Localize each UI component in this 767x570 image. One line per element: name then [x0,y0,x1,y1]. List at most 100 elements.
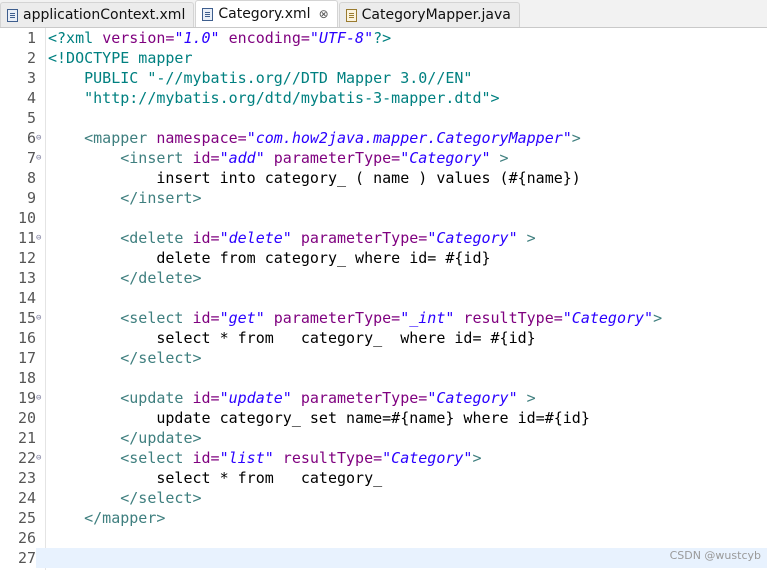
code-token: <!DOCTYPE mapper [48,49,193,67]
line-number: 3 [26,69,36,87]
code-line[interactable]: 1 <?xml version="1.0" encoding="UTF-8"?> [0,28,767,48]
code-text: </mapper> [48,508,165,528]
code-line[interactable]: 10 [0,208,767,228]
code-line[interactable]: 16 select * from category_ where id= #{i… [0,328,767,348]
code-line[interactable]: 7 ⊖ <insert id="add" parameterType="Categ… [0,148,767,168]
code-line[interactable]: 11 ⊖ <delete id="delete" parameterType="C… [0,228,767,248]
fold-toggle-icon[interactable]: ⊖ [36,148,41,168]
code-text: <insert id="add" parameterType="Category… [48,148,508,168]
code-token: "UTF-8" [309,29,374,47]
code-token: parameterType= [264,149,401,167]
code-text: "http://mybatis.org/dtd/mybatis-3-mapper… [48,88,500,108]
code-token: namespace= [156,129,247,147]
code-line[interactable]: 17 </select> [0,348,767,368]
line-number: 22 [17,449,36,467]
code-line[interactable]: 5 [0,108,767,128]
code-line[interactable]: 8 insert into category_ ( name ) values … [0,168,767,188]
line-number: 1 [26,29,36,47]
line-number: 10 [17,209,36,227]
code-line[interactable]: 9 </insert> [0,188,767,208]
code-text: select * from category_ where id= #{id} [48,328,536,348]
code-line[interactable]: 25 </mapper> [0,508,767,528]
code-token: </select> [48,349,202,367]
code-line[interactable]: 22 ⊖ <select id="list" resultType="Catego… [0,448,767,468]
line-number: 11 [17,229,36,247]
code-token: "Category" [562,309,654,327]
code-editor[interactable]: 1 <?xml version="1.0" encoding="UTF-8"?> 2… [0,28,767,570]
code-token: "com.how2java.mapper.CategoryMapper" [246,129,572,147]
code-token: id= [192,389,220,407]
code-text: <update id="update" parameterType="Categ… [48,388,535,408]
code-line[interactable]: 14 [0,288,767,308]
code-text: </update> [48,428,202,448]
code-token: "_int" [400,309,455,327]
code-line[interactable]: 23 select * from category_ [0,468,767,488]
fold-toggle-icon[interactable]: ⊖ [36,388,41,408]
code-token: "update" [219,389,292,407]
code-token: > [517,229,536,247]
line-number: 6 [26,129,36,147]
code-token: parameterType= [291,229,428,247]
code-text: update category_ set name=#{name} where … [48,408,590,428]
code-token: PUBLIC [48,69,148,87]
code-line[interactable]: 20 update category_ set name=#{name} whe… [0,408,767,428]
line-number: 25 [17,509,36,527]
code-token: "1.0" [174,29,220,47]
tab-label: CategoryMapper.java [361,7,511,23]
tab-category-mapper-java[interactable]: CategoryMapper.java [338,2,520,27]
code-line[interactable]: 3 PUBLIC "-//mybatis.org//DTD Mapper 3.0… [0,68,767,88]
code-line-current[interactable]: 27 [0,548,767,568]
line-number: 20 [17,409,36,427]
tab-label: applicationContext.xml [23,7,186,23]
code-token: encoding= [219,29,310,47]
code-token: "http://mybatis.org/dtd/mybatis-3-mapper… [48,89,500,107]
code-token: id= [192,149,220,167]
code-text: <?xml version="1.0" encoding="UTF-8"?> [48,28,391,48]
code-line[interactable]: 2 <!DOCTYPE mapper [0,48,767,68]
line-number: 5 [26,109,36,127]
code-token: delete from category_ where id= #{id} [48,249,491,267]
code-token: "add" [219,149,265,167]
code-line[interactable]: 26 [0,528,767,548]
code-token: > [653,309,663,327]
line-number: 21 [17,429,36,447]
tab-category-xml[interactable]: Category.xml ⊗ [195,0,338,27]
code-line[interactable]: 18 [0,368,767,388]
close-tab-icon[interactable]: ⊗ [319,7,329,21]
code-token: </update> [48,429,202,447]
code-token: version= [102,29,175,47]
code-text: <select id="get" parameterType="_int" re… [48,308,662,328]
code-line[interactable]: 12 delete from category_ where id= #{id} [0,248,767,268]
fold-toggle-icon[interactable]: ⊖ [36,448,41,468]
code-token: insert into category_ ( name ) values (#… [48,169,581,187]
line-number: 24 [17,489,36,507]
code-token: </insert> [48,189,202,207]
code-token: > [472,449,482,467]
code-token: <select [48,449,193,467]
tab-application-context[interactable]: applicationContext.xml [0,2,195,27]
fold-toggle-icon[interactable]: ⊖ [36,228,41,248]
code-token: </select> [48,489,202,507]
code-token: "Category" [427,389,518,407]
code-line[interactable]: 6 ⊖ <mapper namespace="com.how2java.mappe… [0,128,767,148]
code-text: insert into category_ ( name ) values (#… [48,168,581,188]
code-text: </delete> [48,268,202,288]
code-line[interactable]: 4 "http://mybatis.org/dtd/mybatis-3-mapp… [0,88,767,108]
fold-toggle-icon[interactable]: ⊖ [36,128,41,148]
line-number: 18 [17,369,36,387]
line-number: 2 [26,49,36,67]
code-line[interactable]: 13 </delete> [0,268,767,288]
code-token: </delete> [48,269,202,287]
code-line[interactable]: 21 </update> [0,428,767,448]
code-token: <delete [48,229,193,247]
code-text: </select> [48,348,202,368]
code-token: select * from category_ where id= #{id} [48,329,536,347]
code-line[interactable]: 15 ⊖ <select id="get" parameterType="_int… [0,308,767,328]
code-token: resultType= [273,449,383,467]
code-line[interactable]: 24 </select> [0,488,767,508]
code-line[interactable]: 19 ⊖ <update id="update" parameterType="C… [0,388,767,408]
code-token: id= [192,309,220,327]
line-number: 12 [17,249,36,267]
code-token: "get" [219,309,265,327]
fold-toggle-icon[interactable]: ⊖ [36,308,41,328]
